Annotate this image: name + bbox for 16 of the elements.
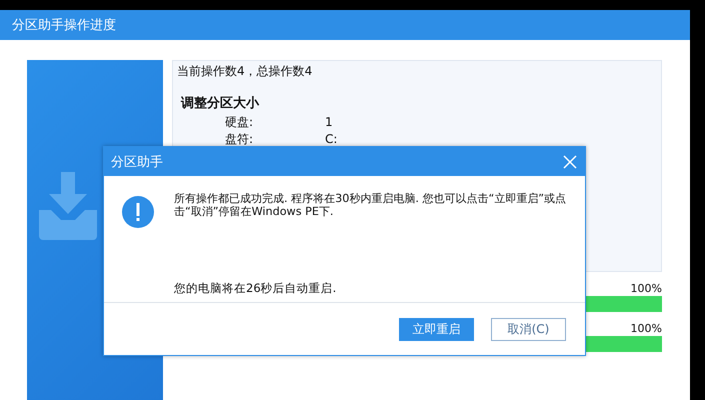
progress-reading: 100% [630, 322, 662, 336]
field-label: 硬盘: [225, 114, 254, 131]
field-value: C: [325, 131, 338, 148]
dialog-title: 分区助手 [111, 154, 163, 170]
progress-reading: 100% [630, 282, 662, 296]
close-icon[interactable] [563, 154, 577, 168]
window-title: 分区助手操作进度 [0, 10, 690, 40]
dialog-message: 所有操作都已成功完成. 程序将在30秒内重启电脑. 您也可以点击“立即重启”或点击“取消”停留在Windows PE下. [174, 192, 568, 218]
operation-title: 调整分区大小 [181, 95, 260, 112]
restart-now-button[interactable]: 立即重启 [399, 318, 474, 341]
exclamation-icon [122, 196, 154, 228]
cancel-button[interactable]: 取消(C) [491, 318, 566, 341]
field-label: 盘符: [225, 131, 254, 148]
operation-count: 当前操作数4，总操作数4 [177, 63, 314, 80]
countdown-text: 您的电脑将在26秒后自动重启. [174, 281, 338, 296]
field-value: 1 [325, 114, 333, 131]
